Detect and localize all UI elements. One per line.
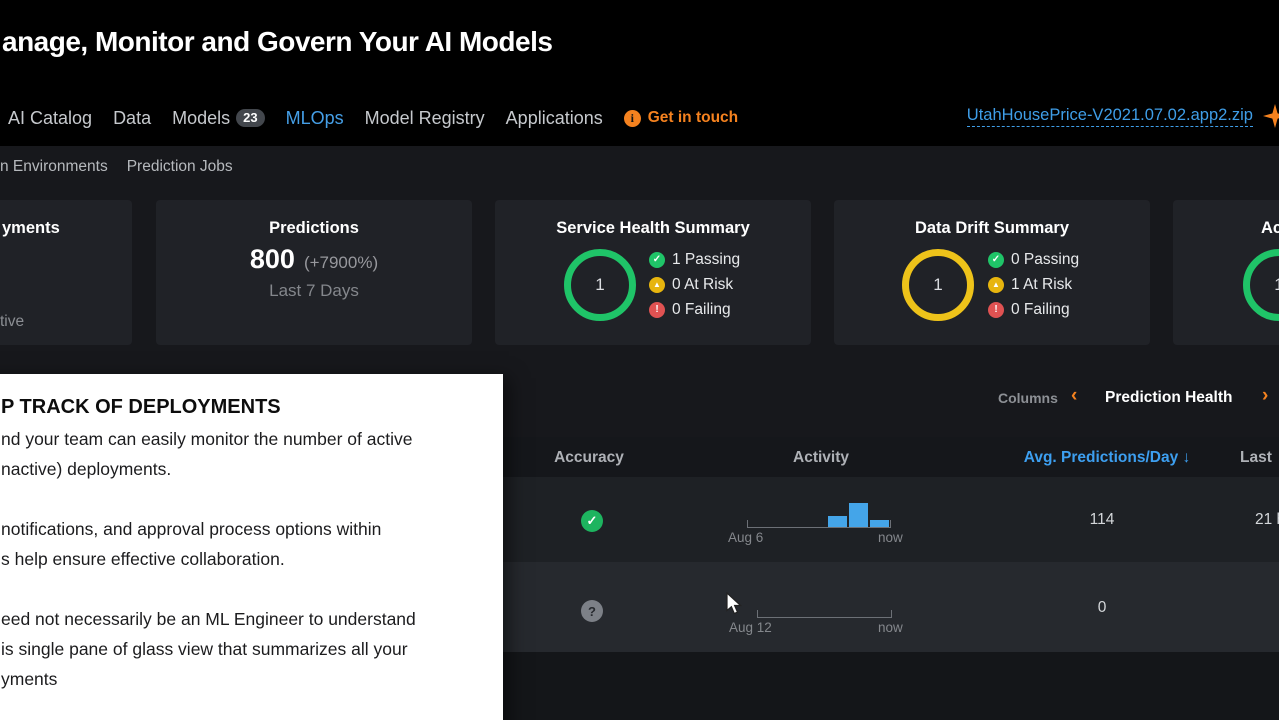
- legend-row: ▲ 0 At Risk: [649, 275, 740, 295]
- caret-up-circle-icon: ▲: [988, 277, 1004, 293]
- caret-up-circle-icon: ▲: [649, 277, 665, 293]
- card-deployments-footer: tive: [0, 313, 24, 331]
- legend-row: ▲ 1 At Risk: [988, 275, 1079, 295]
- card-predictions-title: Predictions: [156, 219, 472, 238]
- service-health-ring: 1: [564, 249, 636, 321]
- col-header-avg-predictions[interactable]: Avg. Predictions/Day ↓: [1024, 449, 1191, 467]
- subnav-item-prediction-jobs[interactable]: Prediction Jobs: [127, 158, 233, 176]
- info-overlay-card: P TRACK OF DEPLOYMENTS nd your team can …: [0, 374, 503, 720]
- column-group-title: Prediction Health: [1105, 389, 1232, 407]
- service-health-legend: ✓ 1 Passing ▲ 0 At Risk ! 0 Failing: [649, 250, 740, 320]
- predictions-delta: (+7900%): [304, 253, 378, 273]
- card-service-health: Service Health Summary 1 ✓ 1 Passing ▲ 0…: [495, 200, 811, 345]
- mouse-cursor: [726, 592, 748, 616]
- activity-axis: [747, 520, 891, 528]
- sort-desc-icon: ↓: [1178, 449, 1190, 466]
- card-data-drift-title: Data Drift Summary: [834, 219, 1150, 238]
- nav-item-model-registry[interactable]: Model Registry: [365, 108, 485, 129]
- card-data-drift: Data Drift Summary 1 ✓ 0 Passing ▲ 1 At …: [834, 200, 1150, 345]
- data-drift-ring: 1: [902, 249, 974, 321]
- exclamation-circle-icon: !: [988, 302, 1004, 318]
- columns-label: Columns: [998, 390, 1058, 406]
- main-nav: AI Catalog Data Models 23 MLOps Model Re…: [8, 100, 738, 136]
- exclamation-circle-icon: !: [649, 302, 665, 318]
- avg-predictions-value: 0: [1098, 599, 1107, 617]
- chevron-left-icon[interactable]: ‹: [1071, 387, 1077, 405]
- data-drift-legend: ✓ 0 Passing ▲ 1 At Risk ! 0 Failing: [988, 250, 1079, 320]
- accuracy-unknown-icon: ?: [581, 600, 603, 622]
- nav-item-data[interactable]: Data: [113, 108, 151, 129]
- predictions-period: Last 7 Days: [156, 281, 472, 301]
- app-window: anage, Monitor and Govern Your AI Models…: [0, 0, 1279, 720]
- nav-item-models[interactable]: Models 23: [172, 108, 265, 129]
- nav-item-ai-catalog[interactable]: AI Catalog: [8, 108, 92, 129]
- overlay-heading: P TRACK OF DEPLOYMENTS: [1, 396, 281, 419]
- legend-row: ✓ 1 Passing: [649, 250, 740, 270]
- page-title: anage, Monitor and Govern Your AI Models: [2, 26, 552, 58]
- col-header-activity[interactable]: Activity: [793, 449, 849, 467]
- activity-axis: [757, 610, 892, 618]
- overlay-paragraph: nd your team can easily monitor the numb…: [1, 424, 412, 484]
- col-header-accuracy[interactable]: Accuracy: [554, 449, 624, 467]
- card-deployments: yments tive: [0, 200, 132, 345]
- legend-row: ! 0 Failing: [988, 300, 1079, 320]
- chevron-right-icon[interactable]: ›: [1262, 387, 1268, 405]
- card-accuracy-title: Acc: [1261, 219, 1279, 238]
- nav-item-applications[interactable]: Applications: [506, 108, 603, 129]
- activity-end-label: now: [878, 530, 903, 545]
- check-circle-icon: ✓: [649, 252, 665, 268]
- card-deployments-title: yments: [2, 219, 60, 238]
- accuracy-passing-icon: ✓: [581, 510, 603, 532]
- check-circle-icon: ✓: [988, 252, 1004, 268]
- accuracy-ring: 1: [1243, 249, 1279, 321]
- click-indicator-icon: [1263, 104, 1279, 128]
- card-accuracy: Acc 1: [1173, 200, 1279, 345]
- predictions-value: 800: [250, 244, 295, 275]
- info-icon: i: [624, 110, 641, 127]
- overlay-paragraph: eed not necessarily be an ML Engineer to…: [1, 604, 416, 694]
- activity-start-label: Aug 12: [729, 620, 772, 635]
- file-download-link[interactable]: UtahHousePrice-V2021.07.02.app2.zip: [967, 106, 1253, 127]
- activity-start-label: Aug 6: [728, 530, 763, 545]
- avg-predictions-value: 114: [1090, 511, 1115, 529]
- col-header-last[interactable]: Last: [1240, 449, 1272, 467]
- card-predictions: Predictions 800 (+7900%) Last 7 Days: [156, 200, 472, 345]
- sub-nav: n Environments Prediction Jobs: [0, 158, 233, 176]
- models-count-badge: 23: [236, 109, 264, 127]
- legend-row: ! 0 Failing: [649, 300, 740, 320]
- get-in-touch-link[interactable]: i Get in touch: [624, 109, 738, 127]
- subnav-item-environments[interactable]: n Environments: [0, 158, 108, 176]
- last-prediction-value: 21 h: [1255, 511, 1279, 529]
- activity-end-label: now: [878, 620, 903, 635]
- overlay-paragraph: notifications, and approval process opti…: [1, 514, 381, 574]
- card-service-health-title: Service Health Summary: [495, 219, 811, 238]
- legend-row: ✓ 0 Passing: [988, 250, 1079, 270]
- nav-item-mlops[interactable]: MLOps: [286, 108, 344, 129]
